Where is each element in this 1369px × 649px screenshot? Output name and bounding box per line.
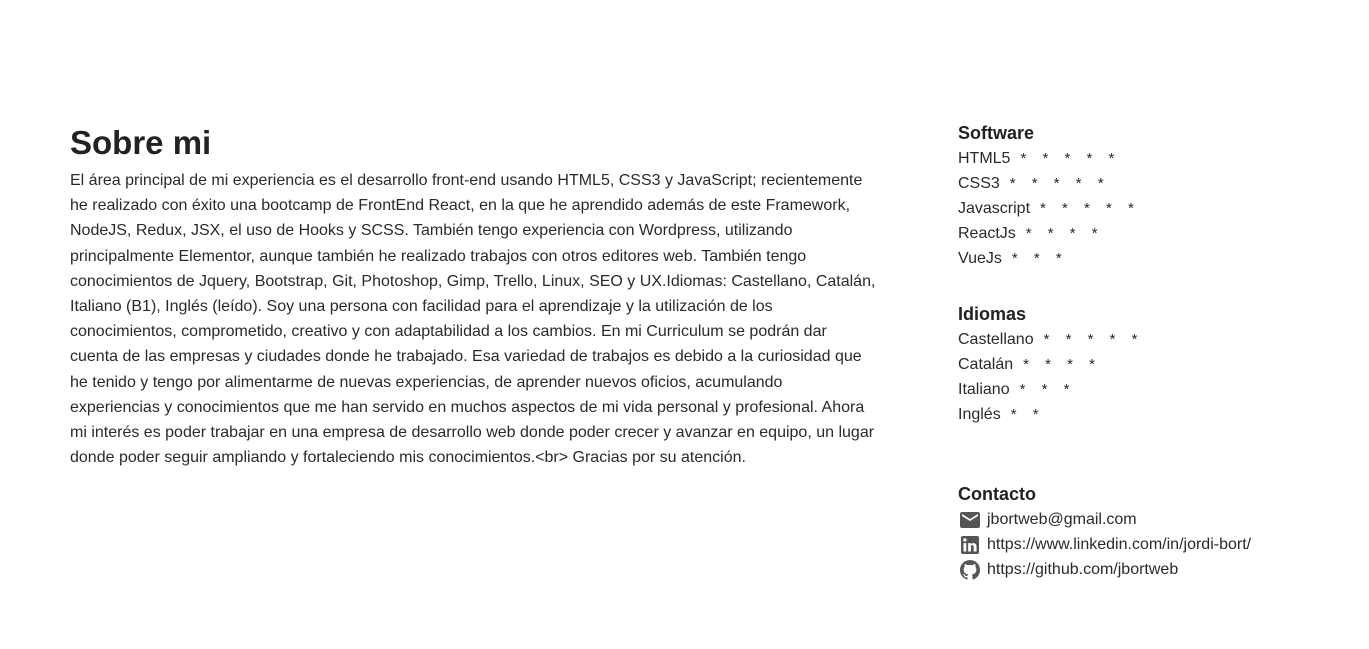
contact-linkedin[interactable]: https://www.linkedin.com/in/jordi-bort/ bbox=[958, 532, 1358, 557]
mail-icon bbox=[958, 508, 982, 532]
skill-name: ReactJs bbox=[958, 225, 1016, 242]
skill-rating: * * * * * bbox=[1040, 200, 1140, 217]
email-link[interactable]: jbortweb@gmail.com bbox=[987, 507, 1137, 532]
contact-section: Contacto jbortweb@gmail.com https://www.… bbox=[958, 481, 1358, 582]
contact-title: Contacto bbox=[958, 484, 1036, 504]
language-rating: * * * bbox=[1019, 381, 1076, 398]
language-item: Catalán * * * * bbox=[958, 352, 1358, 377]
language-rating: * * * * * bbox=[1043, 331, 1144, 348]
software-title: Software bbox=[958, 123, 1035, 143]
languages-title: Idiomas bbox=[958, 304, 1027, 324]
language-item: Castellano * * * * * bbox=[958, 327, 1358, 352]
skill-name: HTML5 bbox=[958, 150, 1011, 167]
languages-list: Castellano * * * * * Catalán * * * * Itali… bbox=[958, 327, 1358, 427]
skill-rating: * * * * bbox=[1025, 225, 1104, 242]
sidebar: Software HTML5 * * * * * CSS3 * * * * * Ja… bbox=[958, 120, 1358, 582]
skill-name: Javascript bbox=[958, 200, 1031, 217]
contact-github[interactable]: https://github.com/jbortweb bbox=[958, 557, 1358, 582]
language-item: Inglés * * bbox=[958, 402, 1358, 427]
software-section: Software HTML5 * * * * * CSS3 * * * * * Ja… bbox=[958, 120, 1358, 271]
github-icon bbox=[958, 558, 982, 582]
skill-rating: * * * bbox=[1011, 250, 1068, 267]
about-text: El área principal de mi experiencia es e… bbox=[70, 172, 876, 467]
about-title: Sobre mi bbox=[70, 124, 212, 161]
language-item: Italiano * * * bbox=[958, 377, 1358, 402]
contact-email[interactable]: jbortweb@gmail.com bbox=[958, 507, 1358, 532]
language-rating: * * bbox=[1010, 406, 1045, 423]
skill-item: HTML5 * * * * * bbox=[958, 146, 1358, 171]
skill-name: VueJs bbox=[958, 250, 1002, 267]
about-section: Sobre mi El área principal de mi experie… bbox=[70, 122, 876, 470]
software-list: HTML5 * * * * * CSS3 * * * * * Javascript *… bbox=[958, 146, 1358, 271]
language-name: Catalán bbox=[958, 356, 1014, 373]
language-name: Castellano bbox=[958, 331, 1034, 348]
skill-rating: * * * * * bbox=[1020, 150, 1121, 167]
skill-name: CSS3 bbox=[958, 175, 1000, 192]
languages-section: Idiomas Castellano * * * * * Catalán * * *… bbox=[958, 301, 1358, 427]
contact-list: jbortweb@gmail.com https://www.linkedin.… bbox=[958, 507, 1358, 582]
skill-item: Javascript * * * * * bbox=[958, 196, 1358, 221]
linkedin-icon bbox=[958, 533, 982, 557]
github-link[interactable]: https://github.com/jbortweb bbox=[987, 557, 1178, 582]
skill-item: ReactJs * * * * bbox=[958, 221, 1358, 246]
language-rating: * * * * bbox=[1023, 356, 1102, 373]
linkedin-link[interactable]: https://www.linkedin.com/in/jordi-bort/ bbox=[987, 532, 1251, 557]
language-name: Italiano bbox=[958, 381, 1010, 398]
language-name: Inglés bbox=[958, 406, 1001, 423]
skill-rating: * * * * * bbox=[1009, 175, 1110, 192]
skill-item: CSS3 * * * * * bbox=[958, 171, 1358, 196]
skill-item: VueJs * * * bbox=[958, 246, 1358, 271]
